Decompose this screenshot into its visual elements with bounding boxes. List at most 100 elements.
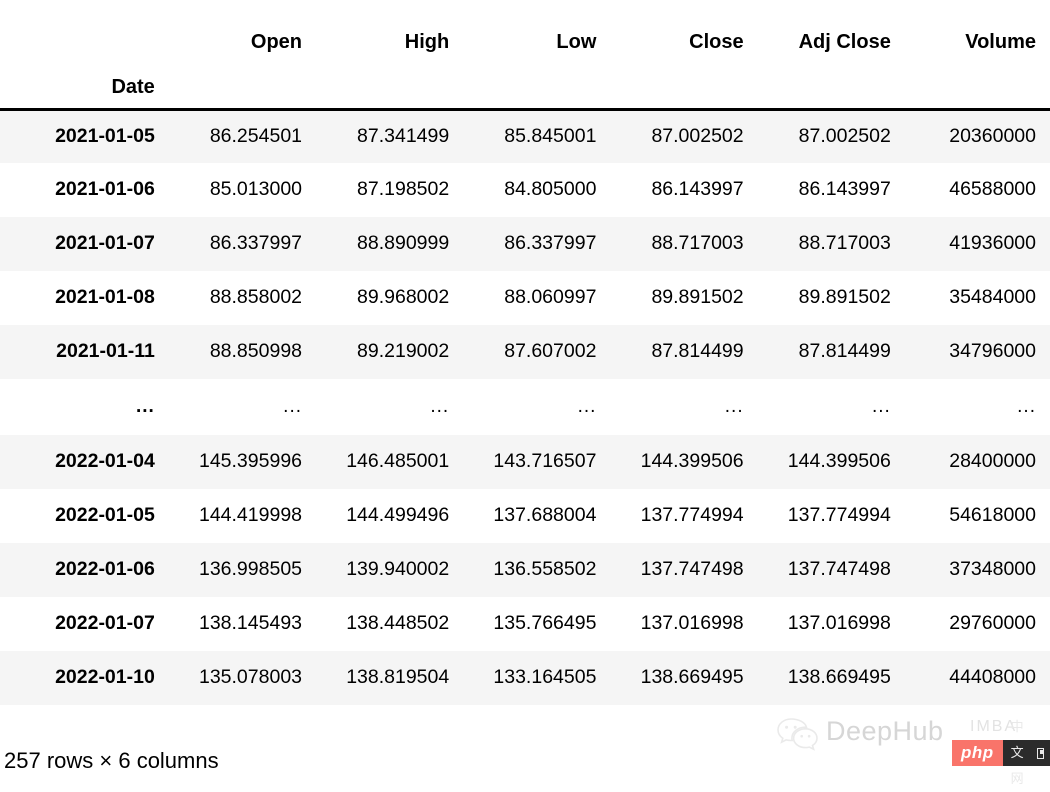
table-cell: 87.607002: [504, 340, 597, 363]
dataframe-container: Open High Low Close Adj Close Volume Dat…: [0, 0, 1050, 705]
corner-cell: [0, 0, 169, 57]
index-row-spacer-2: [316, 57, 463, 109]
column-header-close: Close: [689, 31, 744, 53]
table-cell: 89.968002: [357, 286, 450, 309]
table-cell: 87.814499: [798, 340, 891, 363]
table-cell: 145.395996: [198, 450, 303, 473]
table-cell: 136.998505: [198, 558, 303, 581]
watermark-title: DeepHub: [826, 716, 944, 746]
table-cell: 87.341499: [357, 125, 450, 148]
column-header-low: Low: [556, 31, 597, 53]
table-cell: 54618000: [949, 504, 1036, 527]
table-cell: 84.805000: [504, 178, 597, 201]
dataframe-table: Open High Low Close Adj Close Volume Dat…: [0, 0, 1050, 705]
column-header-adj-close: Adj Close: [798, 31, 891, 53]
qr-code-icon: [1037, 747, 1044, 759]
table-cell: 135.078003: [198, 666, 303, 689]
php-badge-left-label: php: [952, 740, 1003, 766]
table-cell: 88.890999: [357, 232, 450, 255]
table-row: 2022-01-10 135.078003 138.819504 133.164505…: [0, 651, 1050, 705]
table-cell: 87.198502: [357, 178, 450, 201]
table-cell: 144.399506: [787, 450, 891, 473]
table-cell: 137.016998: [640, 612, 744, 635]
php-badge: php 中文网: [952, 719, 1050, 786]
column-header-volume: Volume: [965, 31, 1036, 53]
table-cell: 138.819504: [346, 666, 450, 689]
table-cell: 41936000: [949, 232, 1036, 255]
php-badge-right-text: 中文网: [1010, 719, 1025, 786]
table-cell: 89.891502: [798, 286, 891, 309]
table-cell: 138.669495: [787, 666, 891, 689]
table-cell: 88.060997: [504, 286, 597, 309]
row-index-date: 2022-01-04: [55, 450, 155, 473]
row-index-date: 2022-01-07: [55, 612, 155, 635]
table-row: 2021-01-11 88.850998 89.219002 87.607002 87.…: [0, 325, 1050, 379]
column-header-open: Open: [250, 31, 303, 53]
table-row: 2022-01-07 138.145493 138.448502 135.766495…: [0, 597, 1050, 651]
table-cell: 88.717003: [798, 232, 891, 255]
table-row-ellipsis: .....................: [0, 379, 1050, 435]
watermark: DeepHub IMBA php 中文网: [772, 712, 1050, 786]
table-cell: 137.747498: [787, 558, 891, 581]
index-row-spacer-3: [463, 57, 610, 109]
row-index-date: 2022-01-10: [55, 666, 155, 689]
table-cell: ...: [724, 395, 744, 417]
table-cell: 89.219002: [357, 340, 450, 363]
row-index-date: 2022-01-05: [55, 504, 155, 527]
column-header-high: High: [404, 31, 450, 53]
table-cell: 146.485001: [346, 450, 450, 473]
table-cell: ...: [1017, 395, 1036, 417]
table-cell: ...: [577, 395, 597, 417]
table-cell: 137.774994: [787, 504, 891, 527]
table-row: 2022-01-04 145.395996 146.485001 143.716507…: [0, 435, 1050, 489]
index-row-spacer-4: [610, 57, 757, 109]
table-cell: 29760000: [949, 612, 1036, 635]
table-cell: 139.940002: [346, 558, 450, 581]
row-index-date: ...: [135, 395, 155, 417]
table-cell: 86.254501: [209, 125, 303, 148]
column-header-row: Open High Low Close Adj Close Volume: [0, 0, 1050, 57]
table-cell: 20360000: [949, 125, 1036, 148]
table-row: 2021-01-07 86.337997 88.890999 86.337997 88.…: [0, 217, 1050, 271]
table-cell: 136.558502: [493, 558, 597, 581]
watermark-subtitle: IMBA: [970, 718, 1018, 735]
table-cell: 86.143997: [798, 178, 891, 201]
php-badge-right-label: 中文网: [1002, 719, 1050, 786]
table-cell: 144.499496: [346, 504, 450, 527]
table-cell: 46588000: [949, 178, 1036, 201]
table-cell: 34796000: [949, 340, 1036, 363]
table-header: Open High Low Close Adj Close Volume Dat…: [0, 0, 1050, 109]
table-cell: 138.145493: [198, 612, 303, 635]
table-row: 2021-01-08 88.858002 89.968002 88.060997 89.…: [0, 271, 1050, 325]
table-body: 2021-01-05 86.254501 87.341499 85.845001 87.…: [0, 109, 1050, 705]
index-row-spacer-5: [758, 57, 905, 109]
table-cell: 86.143997: [651, 178, 744, 201]
table-row: 2021-01-06 85.013000 87.198502 84.805000 86.…: [0, 163, 1050, 217]
table-cell: 85.013000: [209, 178, 303, 201]
index-row-spacer-1: [169, 57, 316, 109]
table-cell: 44408000: [949, 666, 1036, 689]
table-cell: 37348000: [949, 558, 1036, 581]
table-cell: 144.399506: [640, 450, 744, 473]
table-cell: 88.717003: [651, 232, 744, 255]
table-cell: ...: [430, 395, 450, 417]
row-index-date: 2021-01-08: [55, 286, 155, 309]
table-cell: 89.891502: [651, 286, 744, 309]
table-cell: ...: [871, 395, 891, 417]
table-cell: 138.448502: [346, 612, 450, 635]
table-cell: ...: [283, 395, 303, 417]
table-cell: 88.850998: [209, 340, 303, 363]
row-index-date: 2021-01-05: [55, 125, 155, 148]
table-cell: 87.814499: [651, 340, 744, 363]
table-cell: 137.688004: [493, 504, 597, 527]
table-cell: 143.716507: [493, 450, 597, 473]
index-row-spacer-6: [905, 57, 1050, 109]
table-cell: 144.419998: [198, 504, 303, 527]
row-index-date: 2021-01-11: [56, 340, 155, 363]
index-name-date: Date: [111, 75, 155, 98]
table-row: 2022-01-05 144.419998 144.499496 137.688004…: [0, 489, 1050, 543]
row-index-date: 2021-01-07: [55, 232, 155, 255]
row-index-date: 2022-01-06: [55, 558, 155, 581]
wechat-icon: [776, 716, 820, 752]
dataframe-shape-label: 257 rows × 6 columns: [4, 748, 219, 773]
